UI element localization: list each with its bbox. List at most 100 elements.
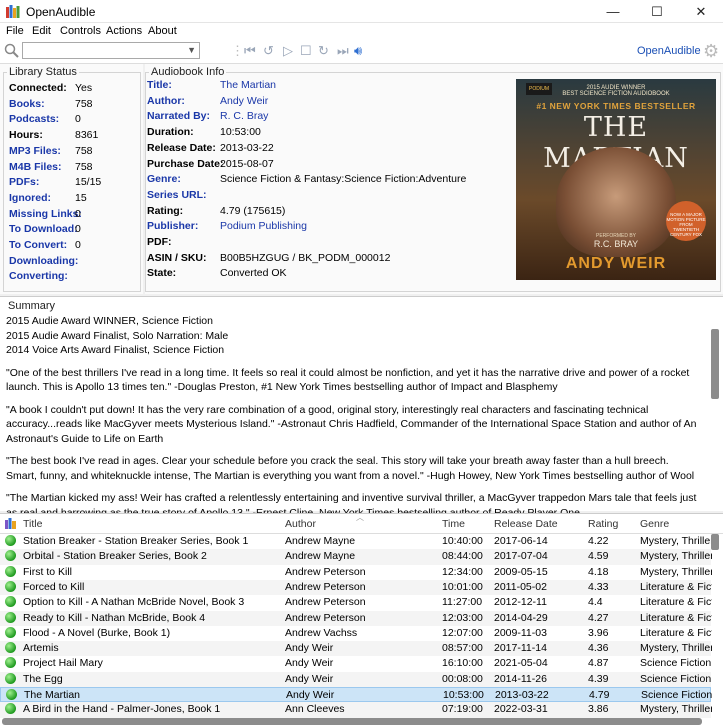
cell-author: Andy Weir xyxy=(285,672,334,685)
stop-icon[interactable]: ☐ xyxy=(300,43,312,59)
chevron-down-icon[interactable]: ▼ xyxy=(187,45,196,55)
column-genre[interactable]: Genre xyxy=(640,518,669,530)
library-status-label[interactable]: M4B Files: xyxy=(9,161,62,173)
cell-release-date: 2014-04-29 xyxy=(494,611,548,624)
table-row[interactable]: Option to Kill - A Nathan McBride Novel,… xyxy=(0,595,712,610)
library-table: Title Author ︿ Time Release Date Rating … xyxy=(0,513,723,728)
cell-title: Forced to Kill xyxy=(23,580,85,593)
library-status-label[interactable]: Podcasts: xyxy=(9,113,59,125)
table-row[interactable]: Artemis Andy Weir 08:57:00 2017-11-14 4.36 My… xyxy=(0,641,712,657)
library-status-label[interactable]: Downloading: xyxy=(9,255,78,267)
library-status-value: 15 xyxy=(75,191,87,204)
library-status-label[interactable]: PDFs: xyxy=(9,176,39,188)
cell-author: Andrew Mayne xyxy=(285,550,356,563)
cover-bestseller: #1 NEW YORK TIMES BESTSELLER xyxy=(536,101,696,111)
cell-title: The Egg xyxy=(23,672,63,685)
library-status-label[interactable]: Books: xyxy=(9,98,45,110)
audiobook-info-label[interactable]: Title: xyxy=(147,79,172,91)
search-combo[interactable]: ▼ xyxy=(22,42,200,59)
library-status-value: 8361 xyxy=(75,129,99,142)
brand-link[interactable]: OpenAudible xyxy=(637,45,701,57)
library-status-label[interactable]: To Convert: xyxy=(9,239,67,251)
skip-forward-icon[interactable]: ⏭ xyxy=(337,43,349,59)
table-horizontal-scrollbar[interactable] xyxy=(2,718,702,725)
books-column-icon[interactable] xyxy=(5,518,17,529)
cell-title: Option to Kill - A Nathan McBride Novel,… xyxy=(23,596,245,609)
audiobook-info-label[interactable]: Series URL: xyxy=(147,189,207,201)
minimize-button[interactable]: — xyxy=(591,0,635,23)
window-title: OpenAudible xyxy=(26,5,96,19)
status-ok-icon xyxy=(5,657,16,669)
cell-genre: Mystery, Thriller xyxy=(640,642,712,655)
cell-author: Andrew Peterson xyxy=(285,565,366,578)
skip-back-icon[interactable]: ⏮ xyxy=(244,43,256,59)
library-status-label[interactable]: Ignored: xyxy=(9,192,51,204)
audiobook-info-value: 2013-03-22 xyxy=(220,141,274,154)
table-row[interactable]: Project Hail Mary Andy Weir 16:10:00 2021-0… xyxy=(0,656,712,671)
maximize-button[interactable]: ☐ xyxy=(635,0,679,23)
audiobook-info-label[interactable]: Narrated By: xyxy=(147,110,210,122)
cell-title: The Martian xyxy=(24,689,81,701)
fast-forward-icon[interactable]: ↻ xyxy=(318,43,329,59)
cell-rating: 4.39 xyxy=(588,672,609,685)
library-status-label: Connected: xyxy=(9,82,67,94)
audiobook-info-value: Science Fiction & Fantasy:Science Fictio… xyxy=(220,173,467,186)
cell-time: 07:19:00 xyxy=(442,703,483,716)
status-ok-icon xyxy=(5,642,16,654)
table-row[interactable]: Forced to Kill Andrew Peterson 10:01:00 201… xyxy=(0,579,712,596)
cell-genre: Mystery, Thriller xyxy=(640,550,712,563)
column-release-date[interactable]: Release Date xyxy=(494,518,558,530)
column-author[interactable]: Author xyxy=(285,518,316,530)
search-icon[interactable] xyxy=(4,43,19,58)
table-row[interactable]: Station Breaker - Station Breaker Series… xyxy=(0,534,712,549)
cell-author: Andrew Peterson xyxy=(285,596,366,609)
audiobook-info-label[interactable]: Author: xyxy=(147,95,185,107)
title-bar: OpenAudible — ☐ ✕ xyxy=(0,0,723,23)
menu-controls[interactable]: Controls xyxy=(60,25,101,37)
column-title[interactable]: Title xyxy=(23,518,42,530)
audiobook-info-value[interactable]: The Martian xyxy=(220,79,276,91)
settings-gear-icon[interactable]: ⚙ xyxy=(703,41,719,62)
cell-release-date: 2009-05-15 xyxy=(494,565,548,578)
library-status-value: 0 xyxy=(75,207,81,220)
menu-about[interactable]: About xyxy=(148,25,177,37)
menu-actions[interactable]: Actions xyxy=(106,25,142,37)
table-row[interactable]: A Bird in the Hand - Palmer-Jones, Book … xyxy=(0,702,712,718)
play-icon[interactable]: ▷ xyxy=(283,43,293,59)
cell-rating: 4.36 xyxy=(588,642,609,655)
table-row[interactable]: The Egg Andy Weir 00:08:00 2014-11-26 4.39 Sc… xyxy=(0,671,712,687)
column-rating[interactable]: Rating xyxy=(588,518,618,530)
cover-author: ANDY WEIR xyxy=(565,255,667,272)
audiobook-info-label[interactable]: Genre: xyxy=(147,173,181,185)
audiobook-info-value[interactable]: Andy Weir xyxy=(220,95,268,107)
status-ok-icon xyxy=(6,689,17,700)
audiobook-info-value[interactable]: R. C. Bray xyxy=(220,110,268,122)
audiobook-info-value[interactable]: Podium Publishing xyxy=(220,220,307,232)
library-status-label[interactable]: Converting: xyxy=(9,270,68,282)
audiobook-info-label[interactable]: Publisher: xyxy=(147,220,198,232)
cover-narrator: R.C. BRAY xyxy=(593,239,639,249)
cell-genre: Literature & Ficti xyxy=(640,626,712,639)
cell-rating: 4.4 xyxy=(588,596,603,609)
table-row[interactable]: Orbital - Station Breaker Series, Book 2… xyxy=(0,549,712,565)
menu-file[interactable]: File xyxy=(6,25,24,37)
cell-release-date: 2021-05-04 xyxy=(494,657,548,670)
menu-edit[interactable]: Edit xyxy=(32,25,51,37)
table-row[interactable]: Flood - A Novel (Burke, Book 1) Andrew Va… xyxy=(0,626,712,641)
table-row[interactable]: First to Kill Andrew Peterson 12:34:00 2009… xyxy=(0,565,712,580)
cell-genre: Mystery, Thriller xyxy=(640,535,712,547)
volume-icon[interactable]: 🔊︎ xyxy=(354,43,362,59)
close-button[interactable]: ✕ xyxy=(679,0,723,23)
cell-genre: Mystery, Thriller xyxy=(640,703,712,716)
table-scrollbar[interactable] xyxy=(711,534,719,550)
column-time[interactable]: Time xyxy=(442,518,465,530)
library-status-label[interactable]: Missing Links: xyxy=(9,208,82,220)
rewind-icon[interactable]: ↺ xyxy=(263,43,274,59)
summary-scrollbar[interactable] xyxy=(711,329,719,399)
summary-text: 2015 Audie Award WINNER, Science Fiction… xyxy=(6,314,701,528)
library-status-label[interactable]: To Download: xyxy=(9,223,78,235)
table-row[interactable]: The Martian Andy Weir 10:53:00 2013-03-22 4.… xyxy=(0,687,713,703)
table-row[interactable]: Ready to Kill - Nathan McBride, Book 4 An… xyxy=(0,610,712,626)
library-status-label[interactable]: MP3 Files: xyxy=(9,145,61,157)
cell-rating: 4.18 xyxy=(588,565,609,578)
